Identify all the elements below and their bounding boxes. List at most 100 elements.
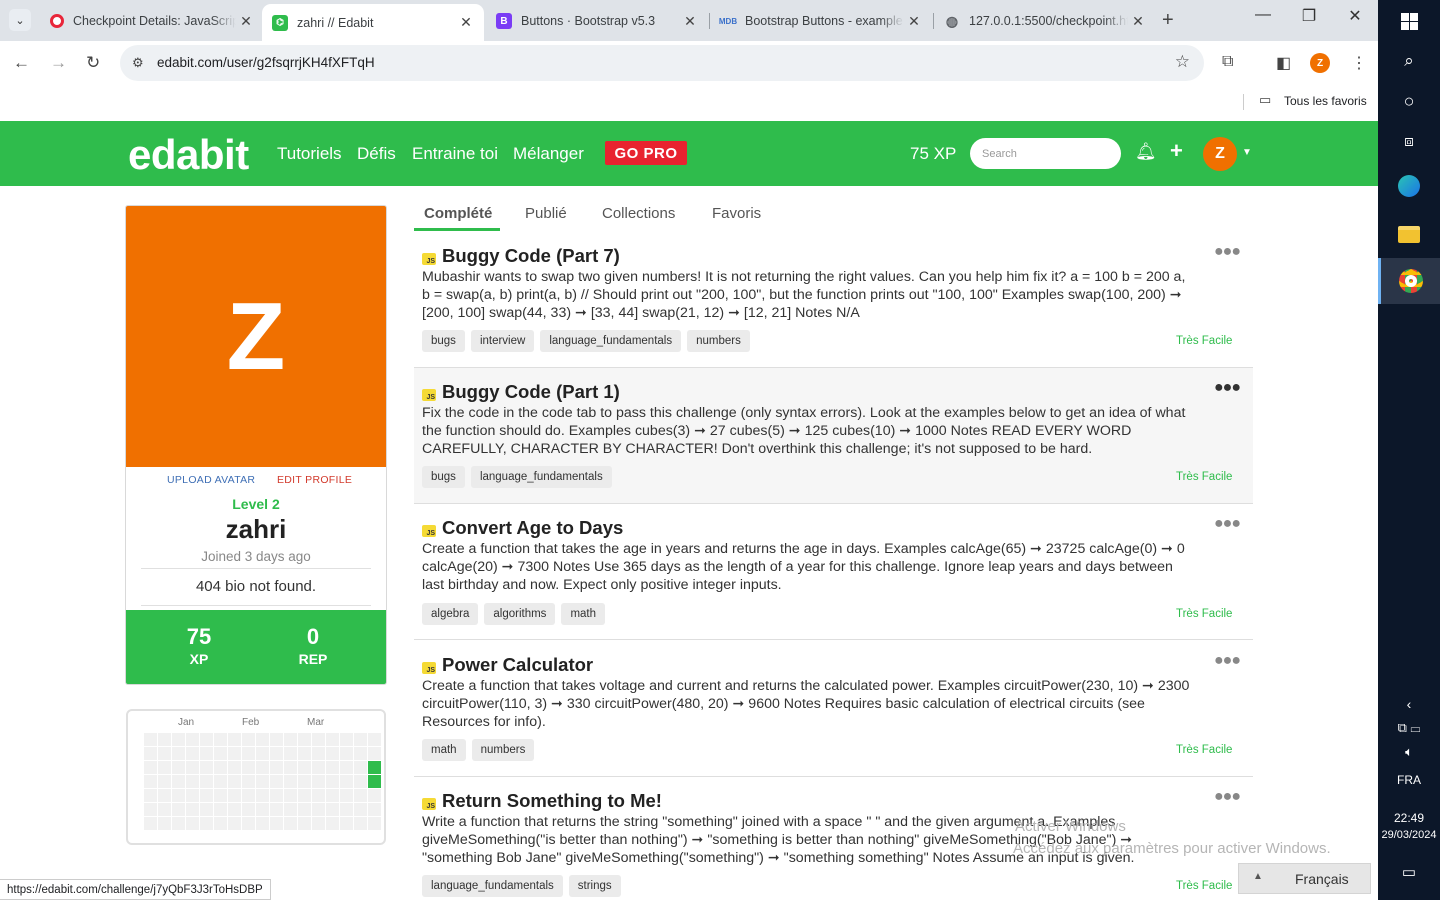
edabit-logo[interactable]: edabit	[128, 131, 249, 179]
challenge-item[interactable]: JS Buggy Code (Part 7) ●●● Mubashir want…	[414, 232, 1253, 368]
tab-collections[interactable]: Collections	[602, 205, 675, 222]
plus-icon[interactable]: +	[1170, 138, 1183, 164]
more-options-icon[interactable]: ●●●	[1214, 788, 1241, 806]
search-input[interactable]	[970, 138, 1121, 169]
javascript-icon: JS	[422, 389, 436, 401]
all-bookmarks-folder[interactable]: Tous les favoris	[1284, 94, 1367, 108]
tab-complete[interactable]: Complété	[424, 205, 492, 222]
go-pro-button[interactable]: GO PRO	[605, 141, 687, 165]
tag[interactable]: numbers	[471, 739, 535, 761]
tag[interactable]: language_fundamentals	[422, 875, 563, 897]
tab-publie[interactable]: Publié	[525, 205, 567, 222]
browser-tab-active[interactable]: ⌬ zahri // Edabit ✕	[262, 4, 484, 41]
calendar-day	[284, 747, 297, 760]
task-view-icon[interactable]: ⧈	[1378, 128, 1440, 154]
calendar-day	[354, 733, 367, 746]
search-icon[interactable]: ⌕	[1378, 48, 1440, 74]
edge-icon[interactable]	[1378, 170, 1440, 202]
reload-icon[interactable]: ↻	[86, 53, 100, 73]
clock-date[interactable]: 29/03/2024	[1378, 829, 1440, 841]
calendar-day	[354, 803, 367, 816]
tag[interactable]: bugs	[422, 330, 465, 352]
language-label[interactable]: Français	[1295, 871, 1349, 887]
calendar-day	[298, 747, 311, 760]
more-options-icon[interactable]: ●●●	[1214, 515, 1241, 533]
nav-defis[interactable]: Défis	[357, 144, 396, 164]
volume-icon[interactable]: 🔈︎	[1378, 742, 1440, 762]
language-selector[interactable]: ▲ Français	[1238, 863, 1371, 894]
tag[interactable]: math	[561, 603, 606, 625]
tag[interactable]: strings	[568, 875, 621, 897]
close-tab-icon[interactable]: ✕	[1128, 13, 1148, 30]
tab-search-button[interactable]: ⌄	[9, 9, 31, 31]
close-tab-icon[interactable]: ✕	[236, 13, 256, 30]
chevron-left-icon[interactable]: ‹	[1378, 693, 1440, 715]
minimize-icon[interactable]: —	[1240, 6, 1286, 24]
tag[interactable]: algorithms	[484, 603, 556, 625]
close-tab-icon[interactable]: ✕	[456, 14, 476, 31]
browser-menu-icon[interactable]: ⋮	[1351, 53, 1367, 73]
chrome-icon[interactable]	[1378, 258, 1440, 304]
header-xp: 75 XP	[910, 144, 957, 163]
challenge-title[interactable]: Power Calculator	[442, 654, 593, 676]
new-tab-icon[interactable]: +	[1162, 9, 1174, 32]
challenge-title[interactable]: Buggy Code (Part 7)	[442, 245, 620, 267]
tab-favoris[interactable]: Favoris	[712, 205, 761, 222]
browser-tab[interactable]: Checkpoint Details: JavaScrip ✕	[40, 6, 264, 36]
challenge-item[interactable]: JS Convert Age to Days ●●● Create a func…	[414, 504, 1253, 640]
back-icon[interactable]: ←	[13, 53, 30, 73]
calendar-day-active	[368, 775, 381, 788]
clock-time[interactable]: 22:49	[1378, 811, 1440, 825]
tag[interactable]: language_fundamentals	[540, 330, 682, 352]
challenge-title[interactable]: Return Something to Me!	[442, 790, 662, 812]
calendar-day	[354, 775, 367, 788]
edit-profile-link[interactable]: EDIT PROFILE	[277, 474, 352, 486]
tag[interactable]: algebra	[422, 603, 479, 625]
browser-tab[interactable]: MDB Bootstrap Buttons - example ✕	[710, 6, 932, 36]
network-icon[interactable]: ⧉ ▭	[1378, 718, 1440, 738]
challenge-item[interactable]: JS Power Calculator ●●● Create a functio…	[414, 641, 1253, 777]
address-bar[interactable]: ⚙ edabit.com/user/g2fsqrrjKH4fXFTqH ☆	[120, 45, 1204, 81]
browser-tab[interactable]: B Buttons · Bootstrap v5.3 ✕	[486, 6, 708, 36]
close-tab-icon[interactable]: ✕	[904, 13, 924, 30]
browser-tab[interactable]: ◍ 127.0.0.1:5500/checkpoint.ht ✕	[934, 6, 1156, 36]
notification-icon[interactable]: ▭	[1378, 860, 1440, 884]
challenge-title[interactable]: Buggy Code (Part 1)	[442, 381, 620, 403]
restore-icon[interactable]: ❐	[1286, 6, 1332, 26]
nav-entraine-toi[interactable]: Entraine toi	[412, 144, 498, 164]
stat-value: 0	[306, 624, 320, 649]
chevron-down-icon[interactable]: ▼	[1242, 147, 1252, 158]
tag[interactable]: numbers	[687, 330, 750, 352]
tag[interactable]: language_fundamentals	[470, 466, 612, 488]
forward-icon[interactable]: →	[50, 53, 67, 73]
bookmark-star-icon[interactable]: ☆	[1175, 52, 1190, 72]
tag[interactable]: math	[422, 739, 466, 761]
input-language[interactable]: FRA	[1378, 773, 1440, 787]
caret-up-icon[interactable]: ▲	[1253, 871, 1263, 882]
windows-start-icon[interactable]	[1378, 8, 1440, 34]
challenge-title[interactable]: Convert Age to Days	[442, 517, 623, 539]
file-explorer-icon[interactable]	[1378, 218, 1440, 250]
more-options-icon[interactable]: ●●●	[1214, 379, 1241, 397]
more-options-icon[interactable]: ●●●	[1214, 243, 1241, 261]
challenge-item[interactable]: JS Buggy Code (Part 1) ●●● Fix the code …	[414, 368, 1253, 504]
close-tab-icon[interactable]: ✕	[680, 13, 700, 30]
upload-avatar-link[interactable]: UPLOAD AVATAR	[167, 474, 255, 486]
address-text[interactable]: edabit.com/user/g2fsqrrjKH4fXFTqH	[157, 55, 375, 70]
extensions-icon[interactable]: ⧉	[1222, 53, 1233, 71]
user-avatar[interactable]: Z	[1203, 137, 1237, 171]
more-options-icon[interactable]: ●●●	[1214, 652, 1241, 670]
calendar-day	[214, 747, 227, 760]
side-panel-icon[interactable]: ◧	[1276, 53, 1291, 73]
nav-tutoriels[interactable]: Tutoriels	[277, 144, 342, 164]
site-settings-icon[interactable]: ⚙	[132, 55, 144, 71]
cortana-icon[interactable]: ○	[1378, 88, 1440, 114]
browser-profile-avatar[interactable]: Z	[1310, 53, 1330, 73]
bell-icon[interactable]: 🔔︎	[1135, 142, 1157, 162]
close-window-icon[interactable]: ✕	[1332, 6, 1378, 26]
calendar-day	[200, 775, 213, 788]
tag[interactable]: interview	[470, 330, 535, 352]
tag[interactable]: bugs	[422, 466, 465, 488]
nav-melanger[interactable]: Mélanger	[513, 144, 584, 164]
calendar-day	[228, 789, 241, 802]
